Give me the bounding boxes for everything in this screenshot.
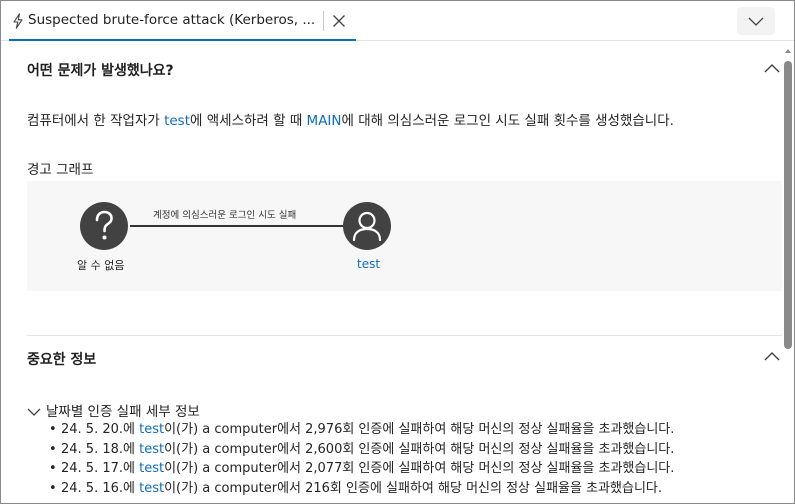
lightning-bolt-icon [13,13,23,29]
item-text: 이(가) a computer에서 2,976회 인증에 실패하여 해당 머신의… [164,422,675,437]
graph-node-unknown[interactable] [80,202,128,250]
list-item: • 24. 5. 18.에 test이(가) a computer에서 2,600… [49,441,675,457]
graph-edge [130,225,346,227]
tab-title: Suspected brute-force attack (Kerberos, … [28,12,316,28]
close-icon[interactable] [331,13,347,29]
description-text: 에 액세스하려 할 때 [190,113,307,129]
alert-panel: Suspected brute-force attack (Kerberos, … [0,0,795,504]
description-text: 컴퓨터에서 한 작업자가 [27,113,165,129]
item-text: 이(가) a computer에서 216회 인증에 실패하여 해당 머신의 정… [164,480,662,496]
section-header-important-info: 중요한 정보 [27,352,97,368]
section-divider [27,335,782,336]
item-date: 24. 5. 16.에 [61,480,140,496]
target-link[interactable]: MAIN [307,113,342,129]
user-icon [352,211,382,242]
scroll-content: 어떤 문제가 발생했나요? 컴퓨터에서 한 작업자가 test에 액세스하려 할… [1,42,782,503]
chevron-down-icon [748,17,764,26]
list-item: • 24. 5. 17.에 test이(가) a computer에서 2,077… [49,461,675,476]
account-link[interactable]: test [139,481,164,496]
auth-failure-details-label: 날짜별 인증 실패 세부 정보 [46,404,200,420]
item-text: 이(가) a computer에서 2,077회 인증에 실패하여 해당 머신의… [164,461,675,476]
item-date: 24. 5. 17.에 [61,461,140,476]
graph-node-unknown-label: 알 수 없음 [77,259,125,272]
description-text: 에 대해 의심스러운 로그인 시도 실패 횟수를 생성했습니다. [341,113,674,129]
tab-dropdown-button[interactable] [737,7,775,35]
scroll-thumb[interactable] [784,61,792,349]
account-link[interactable]: test [139,442,164,457]
auth-failure-details-toggle[interactable]: 날짜별 인증 실패 세부 정보 [27,400,200,420]
graph-edge-label: 계정에 의심스러운 로그인 시도 실패 [153,210,297,221]
account-link[interactable]: test [139,422,164,437]
list-item: • 24. 5. 20.에 test이(가) a computer에서 2,976… [49,422,675,437]
account-link[interactable]: test [164,113,190,129]
chevron-up-icon[interactable] [764,62,780,74]
graph-node-user-label[interactable]: test [357,257,380,271]
tab-bar: Suspected brute-force attack (Kerberos, … [1,1,794,41]
chevron-up-icon[interactable] [764,350,780,362]
tab-separator [323,11,324,31]
alert-graph: 계정에 의심스러운 로그인 시도 실패 알 수 없음 test [27,181,782,291]
vertical-scrollbar[interactable] [784,49,792,501]
chevron-down-icon [27,408,41,416]
question-mark-icon [95,210,113,240]
auth-failure-list: • 24. 5. 20.에 test이(가) a computer에서 2,976… [49,420,674,498]
item-text: 이(가) a computer에서 2,600회 인증에 실패하여 해당 머신의… [164,441,675,457]
scroll-up-arrow[interactable] [785,49,791,53]
alert-description: 컴퓨터에서 한 작업자가 test에 액세스하려 할 때 MAIN에 대해 의심… [27,109,674,129]
item-date: 24. 5. 20.에 [61,422,140,437]
alert-graph-title: 경고 그래프 [27,162,94,178]
item-date: 24. 5. 18.에 [61,441,140,457]
section-header-what-happened: 어떤 문제가 발생했나요? [27,63,174,79]
account-link[interactable]: test [139,461,164,476]
tab-alert[interactable]: Suspected brute-force attack (Kerberos, … [9,1,356,41]
graph-node-user[interactable] [343,202,391,250]
list-item: • 24. 5. 16.에 test이(가) a computer에서 216회 … [49,480,662,496]
